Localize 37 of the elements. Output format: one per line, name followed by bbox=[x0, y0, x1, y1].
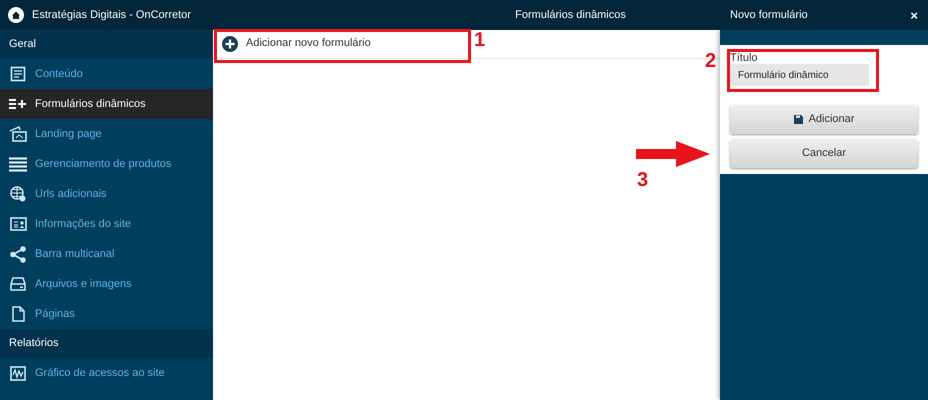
list-add-icon bbox=[9, 97, 27, 111]
title-field[interactable]: Formulário dinâmico bbox=[730, 64, 869, 86]
group-heading: Relatórios bbox=[9, 336, 59, 352]
add-button[interactable]: Adicionar bbox=[730, 105, 918, 134]
chart-icon bbox=[10, 366, 26, 380]
document-icon bbox=[10, 66, 26, 82]
sidebar-item[interactable]: Urls adicionais bbox=[0, 179, 213, 209]
cancel-button[interactable]: Cancelar bbox=[730, 139, 918, 168]
sidebar-item[interactable]: Landing page bbox=[0, 119, 213, 149]
sidebar-item[interactable]: Páginas bbox=[0, 299, 213, 329]
close-button[interactable]: × bbox=[910, 8, 918, 22]
page-icon bbox=[12, 306, 24, 322]
sidebar-item[interactable]: Barra multicanal bbox=[0, 239, 213, 269]
annotation-number: 2 bbox=[705, 49, 716, 74]
plus-icon bbox=[222, 36, 238, 52]
group-heading: Geral bbox=[9, 37, 36, 52]
annotation-number: 3 bbox=[637, 168, 648, 193]
id-card-icon bbox=[10, 217, 26, 231]
annotation-number: 1 bbox=[474, 28, 486, 52]
add-form-button[interactable]: Adicionar novo formulário bbox=[216, 32, 387, 56]
page-title: Formulários dinâmicos bbox=[515, 8, 626, 23]
sidebar-item[interactable]: Gerenciamento de produtos bbox=[0, 149, 213, 179]
sidebar-item[interactable]: Formulários dinâmicos bbox=[0, 89, 213, 119]
globe-icon bbox=[10, 186, 26, 202]
panel-title: Novo formulário bbox=[730, 8, 808, 23]
list-icon bbox=[9, 156, 27, 172]
sidebar-item[interactable]: Arquivos e imagens bbox=[0, 269, 213, 299]
sidebar-item[interactable]: Conteúdo bbox=[0, 59, 213, 89]
sidebar-item[interactable]: Informações do site bbox=[0, 209, 213, 239]
field-label: Título bbox=[730, 52, 759, 64]
drive-icon bbox=[10, 277, 26, 291]
home-icon[interactable] bbox=[8, 7, 24, 23]
sidebar-item[interactable]: Gráfico de acessos ao site bbox=[0, 358, 213, 388]
save-icon bbox=[794, 115, 803, 124]
share-icon bbox=[10, 246, 26, 262]
billboard-icon bbox=[9, 126, 27, 142]
app-title: Estratégias Digitais - OnCorretor bbox=[32, 8, 191, 23]
